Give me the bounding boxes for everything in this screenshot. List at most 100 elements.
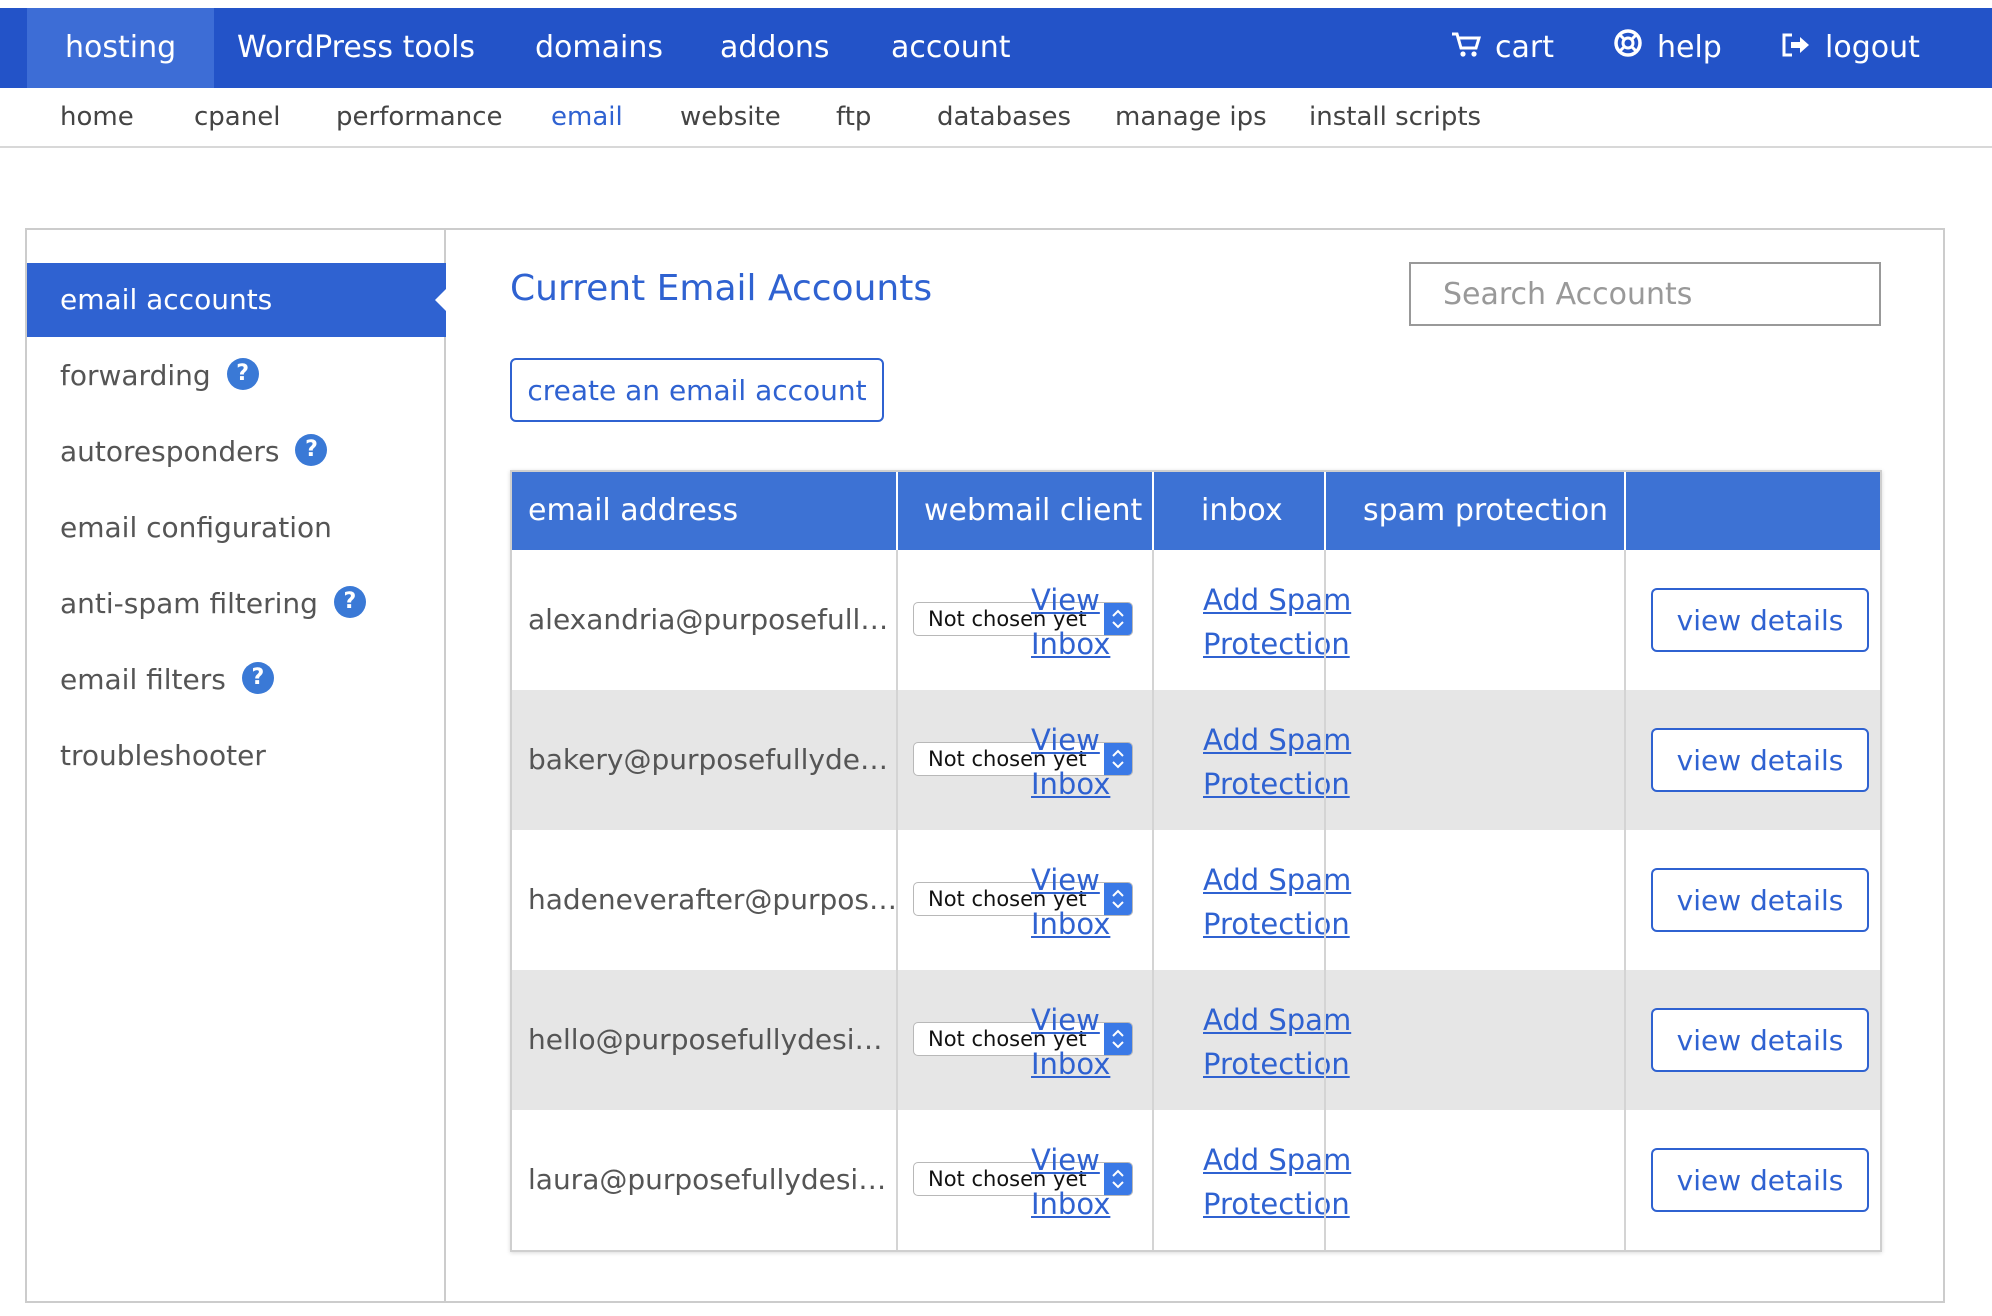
table-row: hello@purposefullydesig… Not chosen yet … bbox=[512, 970, 1880, 1110]
search-input[interactable] bbox=[1409, 262, 1881, 326]
email-address-cell: alexandria@purposefull… bbox=[528, 603, 889, 636]
email-sidebar: email accounts forwarding? autoresponder… bbox=[27, 230, 448, 1301]
sidebar-item-autoresponders[interactable]: autoresponders? bbox=[27, 415, 446, 489]
add-spam-line2: Protection bbox=[1203, 1047, 1350, 1081]
table-row: laura@purposefullydesig… Not chosen yet … bbox=[512, 1110, 1880, 1250]
email-address-cell: laura@purposefullydesig… bbox=[528, 1163, 898, 1196]
table-row: alexandria@purposefull… Not chosen yet V… bbox=[512, 550, 1880, 690]
view-inbox-line2: Inbox bbox=[1031, 907, 1111, 941]
view-inbox-link[interactable]: View Inbox bbox=[1031, 578, 1110, 666]
view-inbox-link[interactable]: View Inbox bbox=[1031, 718, 1110, 806]
cart-link[interactable]: cart bbox=[1413, 8, 1592, 88]
sidebar-item-email-configuration[interactable]: email configuration bbox=[27, 491, 446, 565]
email-accounts-table: email address webmail client inbox spam … bbox=[510, 470, 1882, 1252]
view-inbox-line2: Inbox bbox=[1031, 1187, 1111, 1221]
header-divider bbox=[896, 472, 898, 550]
cart-label: cart bbox=[1495, 30, 1554, 65]
help-icon[interactable]: ? bbox=[333, 586, 366, 618]
help-icon[interactable]: ? bbox=[241, 662, 274, 694]
add-spam-line2: Protection bbox=[1203, 907, 1350, 941]
subnav-databases[interactable]: databases bbox=[937, 88, 1071, 146]
topnav-domains[interactable]: domains bbox=[497, 8, 701, 88]
view-inbox-line1: View bbox=[1031, 723, 1100, 757]
column-header-webmail-client: webmail client bbox=[924, 493, 1143, 528]
view-inbox-link[interactable]: View Inbox bbox=[1031, 1138, 1110, 1226]
help-icon[interactable]: ? bbox=[295, 434, 328, 466]
email-panel: email accounts forwarding? autoresponder… bbox=[25, 228, 1945, 1303]
help-icon[interactable]: ? bbox=[226, 358, 259, 390]
sub-nav: home cpanel performance email website ft… bbox=[0, 88, 1992, 148]
sidebar-item-anti-spam-filtering[interactable]: anti-spam filtering? bbox=[27, 567, 446, 641]
sidebar-item-label: email accounts bbox=[60, 283, 273, 316]
column-header-email-address: email address bbox=[528, 493, 739, 528]
view-details-button[interactable]: view details bbox=[1651, 1008, 1869, 1072]
logout-link[interactable]: logout bbox=[1743, 8, 1958, 88]
view-details-button[interactable]: view details bbox=[1651, 868, 1869, 932]
logout-icon bbox=[1781, 9, 1811, 89]
subnav-email[interactable]: email bbox=[551, 88, 623, 146]
subnav-manage-ips[interactable]: manage ips bbox=[1115, 88, 1267, 146]
add-spam-protection-link[interactable]: Add Spam Protection bbox=[1203, 718, 1351, 806]
sidebar-item-label: email configuration bbox=[60, 511, 332, 544]
add-spam-line2: Protection bbox=[1203, 767, 1350, 801]
add-spam-line1: Add Spam bbox=[1203, 1003, 1352, 1037]
view-inbox-line2: Inbox bbox=[1031, 1047, 1111, 1081]
column-divider bbox=[1152, 472, 1154, 1250]
view-inbox-link[interactable]: View Inbox bbox=[1031, 998, 1110, 1086]
topnav-account[interactable]: account bbox=[853, 8, 1049, 88]
sidebar-item-label: email filters bbox=[60, 663, 226, 696]
view-inbox-link[interactable]: View Inbox bbox=[1031, 858, 1110, 946]
email-address-cell: bakery@purposefullyde… bbox=[528, 743, 888, 776]
topnav-addons[interactable]: addons bbox=[682, 8, 867, 88]
sidebar-item-forwarding[interactable]: forwarding? bbox=[27, 339, 446, 413]
help-link[interactable]: help bbox=[1575, 8, 1760, 88]
add-spam-protection-link[interactable]: Add Spam Protection bbox=[1203, 998, 1351, 1086]
sidebar-item-label: anti-spam filtering bbox=[60, 587, 318, 620]
add-spam-line1: Add Spam bbox=[1203, 863, 1352, 897]
logout-label: logout bbox=[1825, 30, 1920, 65]
subnav-website[interactable]: website bbox=[680, 88, 781, 146]
add-spam-protection-link[interactable]: Add Spam Protection bbox=[1203, 858, 1351, 946]
view-inbox-line2: Inbox bbox=[1031, 767, 1111, 801]
column-header-spam-protection: spam protection bbox=[1363, 493, 1609, 528]
view-inbox-line1: View bbox=[1031, 1143, 1100, 1177]
view-inbox-line1: View bbox=[1031, 1003, 1100, 1037]
table-row: bakery@purposefullyde… Not chosen yet Vi… bbox=[512, 690, 1880, 830]
topnav-hosting[interactable]: hosting bbox=[27, 8, 215, 88]
subnav-cpanel[interactable]: cpanel bbox=[194, 88, 280, 146]
sidebar-item-email-filters[interactable]: email filters? bbox=[27, 643, 446, 717]
subnav-ftp[interactable]: ftp bbox=[836, 88, 871, 146]
sidebar-item-email-accounts[interactable]: email accounts bbox=[27, 263, 448, 337]
add-spam-protection-link[interactable]: Add Spam Protection bbox=[1203, 1138, 1351, 1226]
column-divider bbox=[1624, 472, 1626, 1250]
add-spam-line1: Add Spam bbox=[1203, 1143, 1352, 1177]
view-details-button[interactable]: view details bbox=[1651, 588, 1869, 652]
view-inbox-line1: View bbox=[1031, 583, 1100, 617]
sidebar-item-label: forwarding bbox=[60, 359, 211, 392]
header-divider bbox=[1624, 472, 1626, 550]
sidebar-item-troubleshooter[interactable]: troubleshooter bbox=[27, 719, 446, 793]
add-spam-line2: Protection bbox=[1203, 627, 1350, 661]
table-header: email address webmail client inbox spam … bbox=[512, 472, 1880, 550]
help-label: help bbox=[1657, 30, 1722, 65]
topnav-wordpress-tools[interactable]: WordPress tools bbox=[199, 8, 513, 88]
column-divider bbox=[1324, 472, 1326, 1250]
header-divider bbox=[1324, 472, 1326, 550]
subnav-install-scripts[interactable]: install scripts bbox=[1309, 88, 1481, 146]
create-email-account-button[interactable]: create an email account bbox=[510, 358, 884, 422]
top-nav: hosting WordPress tools domains addons a… bbox=[0, 8, 1992, 88]
column-header-inbox: inbox bbox=[1201, 493, 1283, 528]
view-inbox-line2: Inbox bbox=[1031, 627, 1111, 661]
add-spam-line1: Add Spam bbox=[1203, 723, 1352, 757]
subnav-home[interactable]: home bbox=[60, 88, 134, 146]
email-address-cell: hadeneverafter@purpos… bbox=[528, 883, 897, 916]
lifebuoy-icon bbox=[1613, 9, 1643, 89]
subnav-performance[interactable]: performance bbox=[336, 88, 503, 146]
view-inbox-line1: View bbox=[1031, 863, 1100, 897]
header-divider bbox=[1152, 472, 1154, 550]
view-details-button[interactable]: view details bbox=[1651, 1148, 1869, 1212]
column-divider bbox=[896, 472, 898, 1250]
sidebar-item-label: autoresponders bbox=[60, 435, 280, 468]
add-spam-protection-link[interactable]: Add Spam Protection bbox=[1203, 578, 1351, 666]
view-details-button[interactable]: view details bbox=[1651, 728, 1869, 792]
